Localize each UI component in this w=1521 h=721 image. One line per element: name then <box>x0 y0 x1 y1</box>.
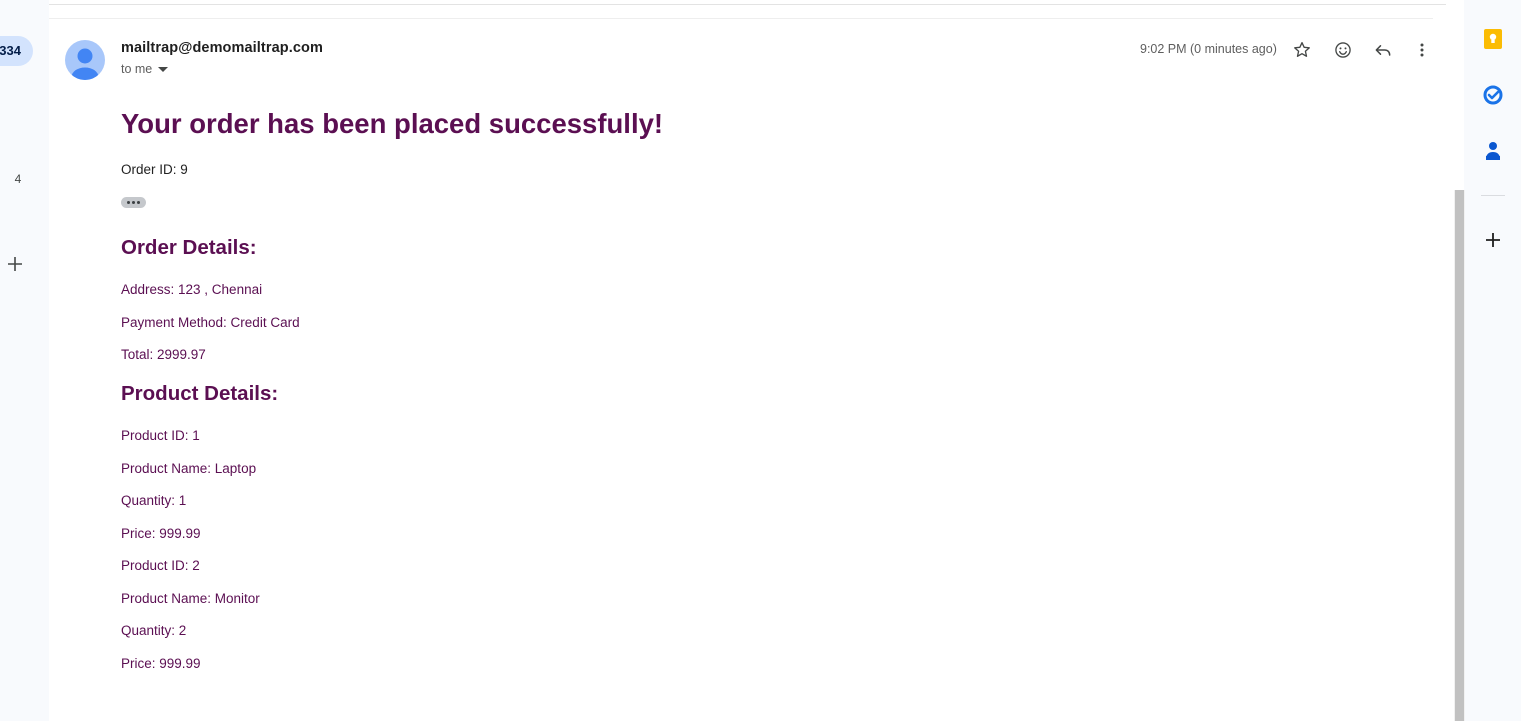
payment-method-line: Payment Method: Credit Card <box>121 314 300 330</box>
product-price-line: Price: 999.99 <box>121 655 201 671</box>
label-count: 4 <box>14 172 22 186</box>
sender-avatar[interactable] <box>65 40 105 80</box>
emoji-icon[interactable] <box>1331 38 1355 62</box>
address-line: Address: 123 , Chennai <box>121 282 263 297</box>
show-trimmed-content-button[interactable] <box>121 197 146 208</box>
contacts-icon[interactable] <box>1482 140 1504 162</box>
order-id: Order ID: 9 <box>121 162 188 177</box>
message-timestamp: 9:02 PM (0 minutes ago) <box>1140 42 1277 56</box>
product-price-line: Price: 999.99 <box>121 525 201 541</box>
email-body: Your order has been placed successfully!… <box>121 106 1421 672</box>
sender-email[interactable]: mailtrap@demomailtrap.com <box>121 40 323 56</box>
product-details-heading: Product Details: <box>121 382 279 405</box>
tasks-icon[interactable] <box>1482 84 1504 106</box>
reply-icon[interactable] <box>1371 38 1395 62</box>
product-item: Product ID: 2 Product Name: Monitor Quan… <box>121 558 1421 672</box>
left-rail: 334 4 <box>0 0 49 721</box>
recipient-details[interactable]: to me <box>121 62 169 76</box>
product-quantity-line: Quantity: 2 <box>121 623 187 638</box>
product-id-line: Product ID: 2 <box>121 558 200 573</box>
message-pane: mailtrap@demomailtrap.com to me 9:02 PM … <box>49 0 1464 721</box>
add-icon[interactable] <box>1482 229 1504 251</box>
product-name-line: Product Name: Laptop <box>121 460 257 476</box>
keep-icon[interactable] <box>1482 28 1504 50</box>
chevron-down-icon[interactable] <box>158 62 169 76</box>
side-panel <box>1465 0 1521 721</box>
email-title: Your order has been placed successfully! <box>121 108 664 139</box>
inbox-unread-badge[interactable]: 334 <box>0 36 33 66</box>
order-details-heading: Order Details: <box>121 236 257 259</box>
product-quantity-line: Quantity: 1 <box>121 493 187 508</box>
divider <box>1481 195 1505 196</box>
product-item: Product ID: 1 Product Name: Laptop Quant… <box>121 428 1421 542</box>
total-line: Total: 2999.97 <box>121 347 206 362</box>
create-label-plus-icon[interactable] <box>5 254 25 274</box>
dot <box>137 201 140 204</box>
divider <box>49 18 1433 19</box>
dot <box>132 201 135 204</box>
more-vert-icon[interactable] <box>1410 38 1434 62</box>
scrollbar-thumb[interactable] <box>1455 190 1464 721</box>
product-name-line: Product Name: Monitor <box>121 590 260 606</box>
recipient-label: to me <box>121 62 153 76</box>
divider <box>49 4 1446 5</box>
star-icon[interactable] <box>1290 38 1314 62</box>
product-id-line: Product ID: 1 <box>121 428 200 443</box>
dot <box>127 201 130 204</box>
